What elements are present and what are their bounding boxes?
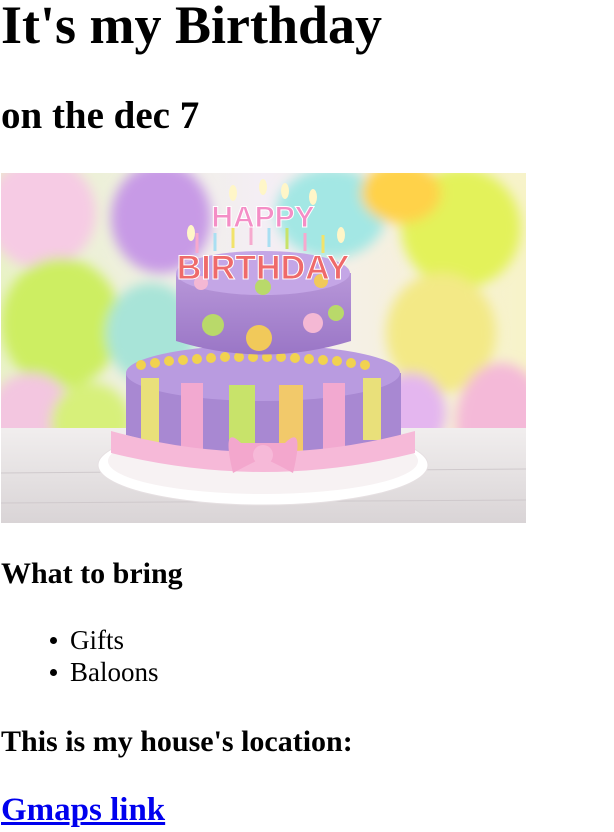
page-title: It's my Birthday: [1, 0, 383, 55]
list-item-label: Gifts: [70, 625, 124, 655]
location-heading: This is my house's location:: [1, 725, 353, 758]
bullet-icon: [50, 669, 57, 676]
what-to-bring-heading: What to bring: [1, 557, 183, 590]
list-item: Baloons: [50, 656, 159, 688]
page: It's my Birthday on the dec 7 HAPPY BIRT…: [0, 0, 614, 832]
gmaps-link[interactable]: Gmaps link: [1, 790, 165, 830]
cake-topper-birthday: BIRTHDAY: [177, 249, 350, 287]
bring-list: Gifts Baloons: [0, 624, 159, 688]
list-item-label: Baloons: [70, 657, 159, 687]
page-subtitle: on the dec 7: [1, 94, 200, 137]
list-item: Gifts: [50, 624, 159, 656]
bullet-icon: [50, 637, 57, 644]
cake-topper-happy: HAPPY: [211, 201, 314, 234]
birthday-cake-image: HAPPY BIRTHDAY: [1, 173, 526, 523]
